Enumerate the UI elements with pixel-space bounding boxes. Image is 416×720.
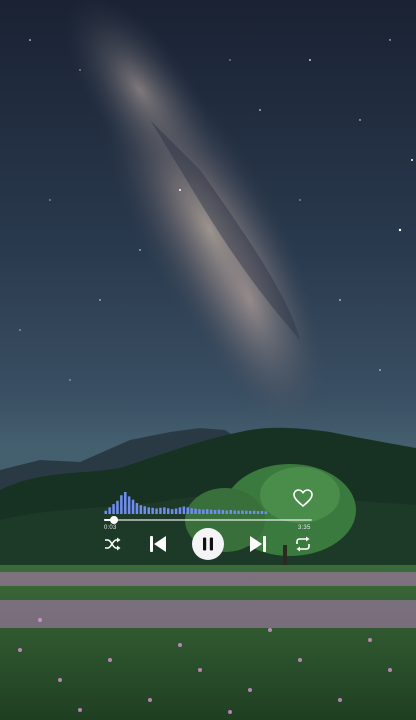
next-track-button[interactable] xyxy=(248,534,268,554)
pause-icon xyxy=(203,537,213,551)
visualizer-bar xyxy=(194,508,197,514)
elapsed-time: 0:03 xyxy=(104,525,117,531)
visualizer-bar xyxy=(147,507,150,514)
play-pause-button[interactable] xyxy=(192,528,224,560)
visualizer-bar xyxy=(256,511,260,514)
shuffle-button[interactable] xyxy=(104,536,122,552)
visualizer-bar xyxy=(264,511,268,514)
visualizer-bar xyxy=(229,510,232,514)
visualizer-bar xyxy=(260,510,264,514)
skip-previous-icon xyxy=(150,536,166,552)
visualizer-bar xyxy=(112,504,115,514)
visualizer-bar xyxy=(245,510,248,514)
visualizer-bar xyxy=(217,509,221,514)
visualizer-bar xyxy=(116,500,119,514)
total-duration: 3:35 xyxy=(298,525,311,531)
visualizer-bar xyxy=(131,499,135,514)
visualizer-bar xyxy=(186,507,189,514)
visualizer-bar xyxy=(108,507,111,514)
visualizer-bar xyxy=(104,510,107,514)
seek-bar[interactable] xyxy=(104,516,312,524)
visualizer-bar xyxy=(209,509,213,514)
shuffle-icon xyxy=(105,537,121,551)
visualizer-bar xyxy=(225,510,228,514)
visualizer-bar xyxy=(178,507,182,514)
like-button[interactable] xyxy=(292,488,314,508)
heart-icon xyxy=(293,489,313,507)
visualizer-bar xyxy=(241,510,244,514)
visualizer-bar xyxy=(120,495,123,514)
visualizer-bar xyxy=(167,508,170,514)
visualizer-bar xyxy=(237,510,240,514)
skip-next-icon xyxy=(250,536,266,552)
seek-thumb[interactable] xyxy=(110,516,119,524)
visualizer-bar xyxy=(213,510,217,514)
visualizer-bar xyxy=(221,510,225,514)
visualizer-bar xyxy=(124,492,127,514)
visualizer-bar xyxy=(182,506,186,514)
visualizer-bar xyxy=(155,508,158,514)
visualizer-bar xyxy=(206,509,209,514)
visualizer-bar xyxy=(139,505,143,514)
visualizer-bar xyxy=(135,503,139,514)
visualizer-bar xyxy=(174,508,178,514)
visualizer-bar xyxy=(127,496,131,514)
visualizer-bar xyxy=(151,507,154,514)
visualizer-bar xyxy=(190,508,193,514)
visualizer-bar xyxy=(170,509,174,514)
music-player-widget: 0:03 3:35 xyxy=(0,0,416,720)
visualizer-bar xyxy=(233,510,236,514)
seek-track xyxy=(104,519,312,521)
repeat-icon xyxy=(296,536,310,552)
visualizer-bar xyxy=(252,510,256,514)
repeat-button[interactable] xyxy=(294,535,312,553)
visualizer-bar xyxy=(163,507,166,514)
visualizer-bar xyxy=(198,509,201,514)
audio-visualizer xyxy=(104,492,268,514)
visualizer-bar xyxy=(143,506,146,514)
visualizer-bar xyxy=(159,507,162,514)
visualizer-bar xyxy=(202,509,205,514)
visualizer-bar xyxy=(249,510,252,514)
previous-track-button[interactable] xyxy=(148,534,168,554)
